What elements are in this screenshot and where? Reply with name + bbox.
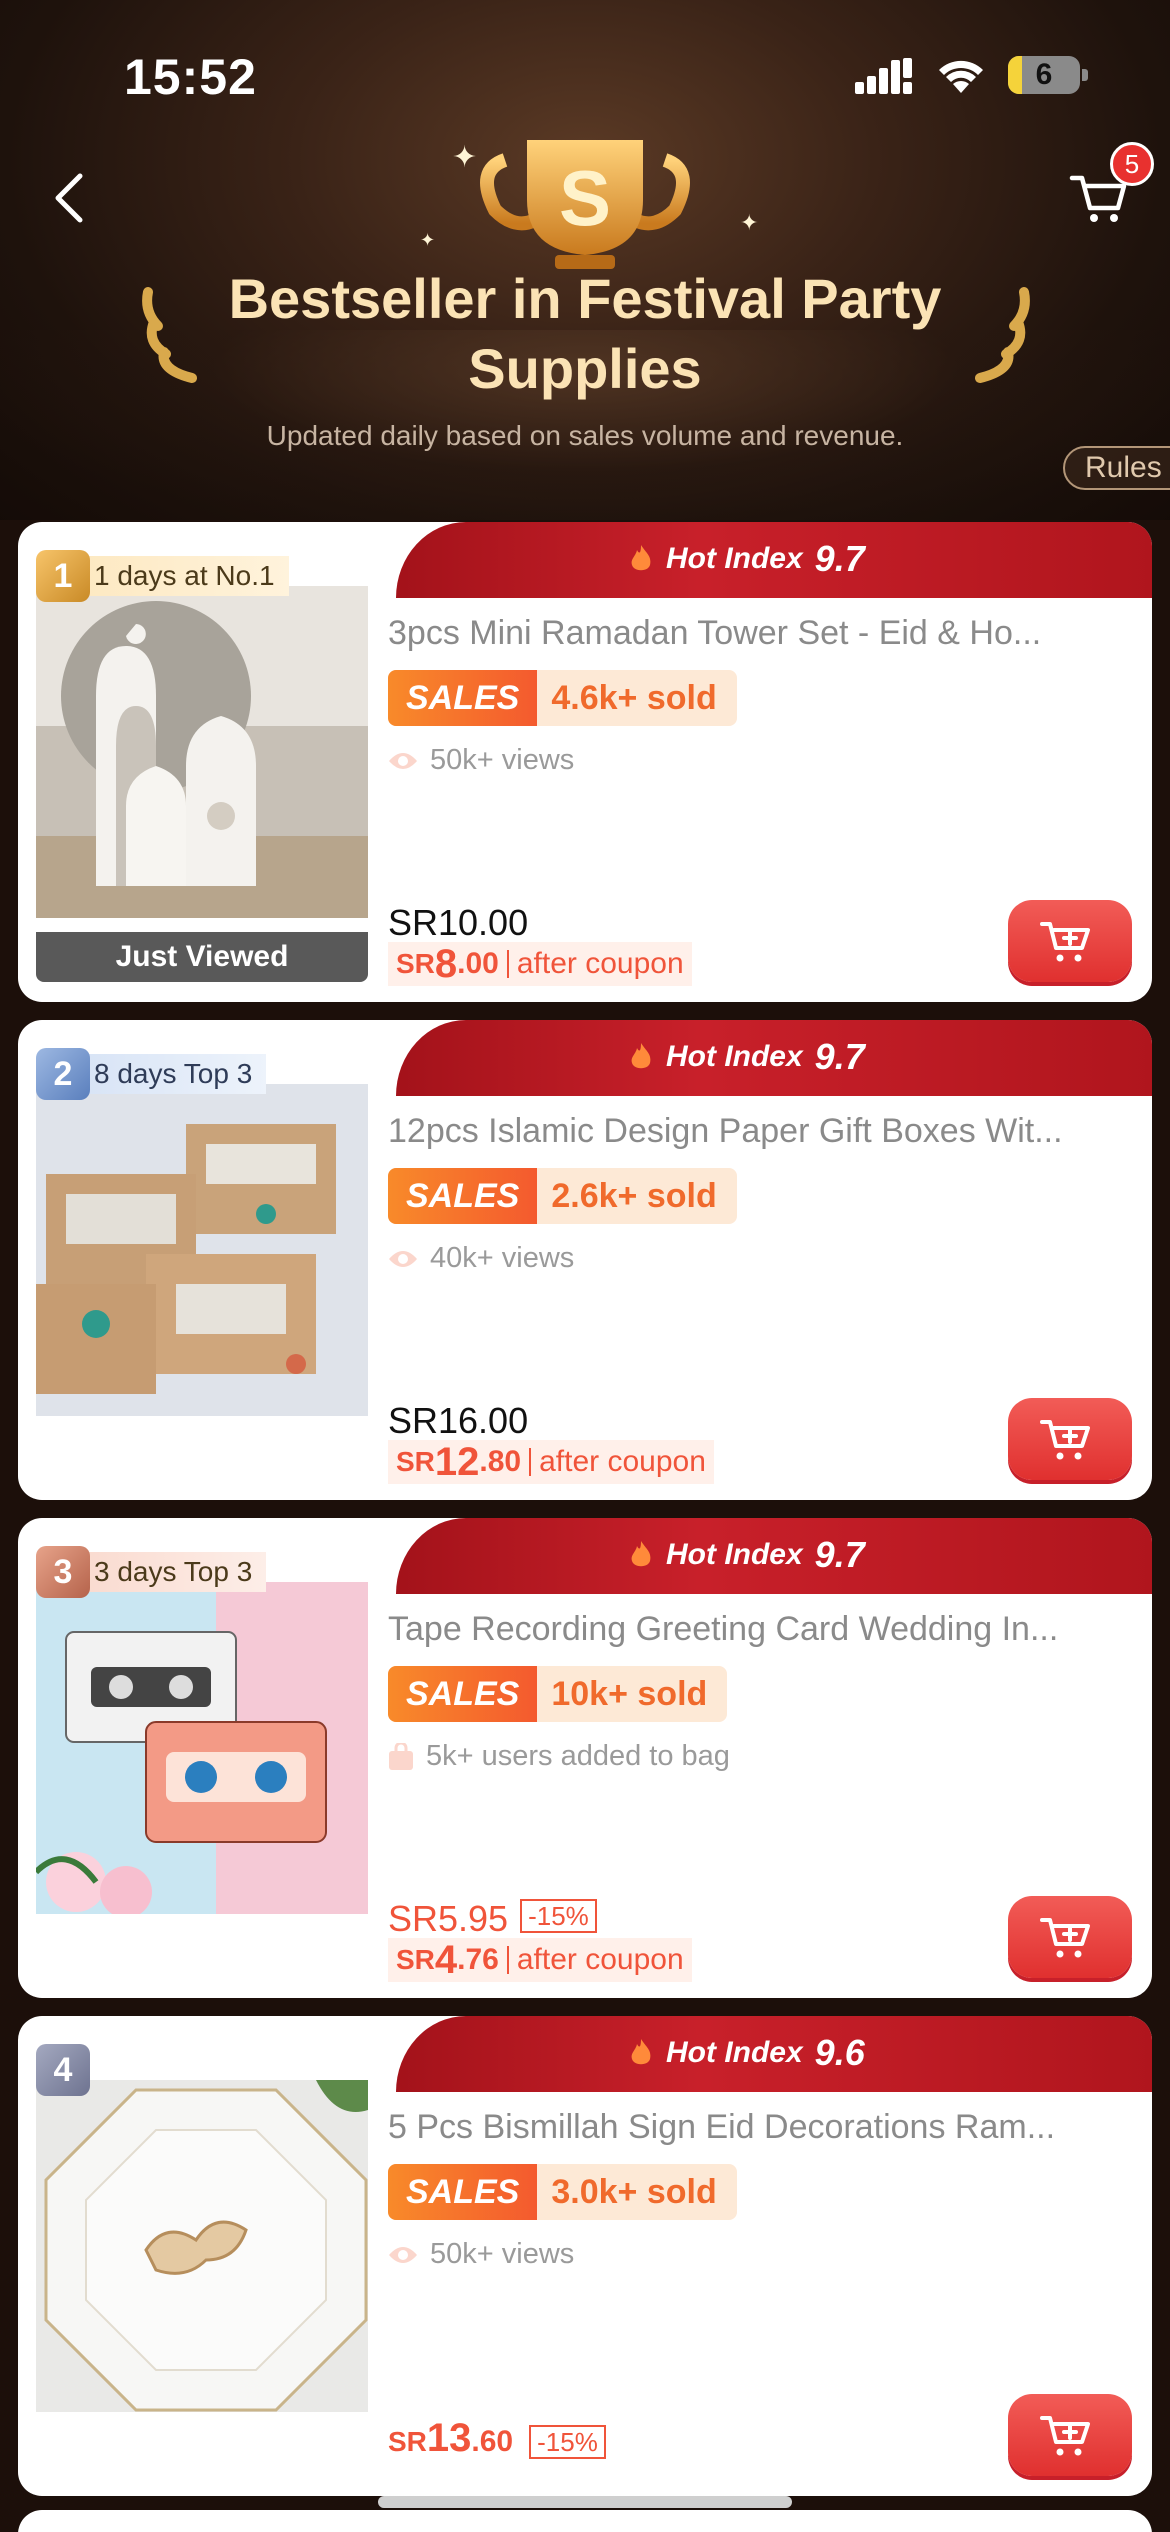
home-indicator[interactable]: [378, 2496, 792, 2508]
eye-icon: [389, 752, 417, 769]
product-name[interactable]: 3pcs Mini Ramadan Tower Set - Eid & Ho..…: [388, 614, 1128, 653]
trophy-letter: S: [559, 154, 611, 242]
cart-count-badge: 5: [1110, 142, 1154, 186]
hot-index: Hot Index 9.7: [628, 534, 865, 584]
flame-icon: [631, 1541, 651, 1567]
original-price: SR16.00: [388, 1400, 529, 1441]
rank-number: 2: [36, 1048, 90, 1100]
product-name[interactable]: Tape Recording Greeting Card Wedding In.…: [388, 1610, 1128, 1649]
back-icon[interactable]: [44, 168, 100, 228]
coupon-price: SR 12 .80 after coupon: [388, 1440, 714, 1484]
add-cart-icon: [1040, 2416, 1090, 2456]
add-cart-icon: [1040, 1918, 1090, 1958]
sales-badge: SALES 10k+ sold: [388, 1666, 728, 1722]
hot-index-value: 9.7: [814, 1534, 865, 1575]
sold-count: 10k+ sold: [551, 1674, 708, 1713]
product-card[interactable]: Hot Index 9.6 4 5 Pcs Bismillah Sign Eid…: [18, 2016, 1152, 2496]
rank-label: 8 days Top 3: [84, 1054, 267, 1094]
rank-number: 1: [36, 550, 90, 602]
page-title: Bestseller in Festival Party Supplies: [228, 267, 942, 400]
status-time: 15:52: [124, 49, 257, 105]
add-to-cart-button[interactable]: [1008, 1398, 1132, 1480]
product-card[interactable]: Hot Index 9.7 3 3 days Top 3 Tape Record…: [18, 1518, 1152, 1998]
battery-icon: 6: [1008, 56, 1088, 94]
add-to-cart-button[interactable]: [1008, 2394, 1132, 2476]
add-cart-icon: [1040, 1420, 1090, 1460]
sales-badge: SALES 4.6k+ sold: [388, 670, 737, 726]
view-count: 50k+ views: [388, 744, 574, 777]
hot-index: Hot Index 9.6: [628, 2028, 865, 2078]
original-price: SR10.00: [388, 902, 529, 943]
sparkle-icon: ✦: [740, 210, 759, 235]
cellular-signal-icon: [855, 58, 912, 94]
next-product-card-peek: [18, 2510, 1152, 2532]
sold-count: 4.6k+ sold: [551, 678, 717, 717]
rank-number: 3: [36, 1546, 90, 1598]
add-cart-icon: [1040, 922, 1090, 962]
product-card[interactable]: Hot Index 9.7 2 8 days Top 3 12pcs Islam: [18, 1020, 1152, 1500]
sold-count: 3.0k+ sold: [551, 2172, 717, 2211]
hot-index: Hot Index 9.7: [628, 1530, 865, 1580]
rank-badge: 2 8 days Top 3: [36, 1048, 267, 1100]
hot-index: Hot Index 9.7: [628, 1032, 865, 1082]
add-to-cart-button[interactable]: [1008, 900, 1132, 982]
product-image[interactable]: [36, 586, 368, 918]
sales-badge: SALES 3.0k+ sold: [388, 2164, 737, 2220]
sales-badge: SALES 2.6k+ sold: [388, 1168, 737, 1224]
flame-icon: [631, 545, 651, 571]
battery-level: 6: [1035, 58, 1053, 91]
view-count: 50k+ views: [388, 2238, 574, 2271]
eye-icon: [389, 2246, 417, 2263]
coupon-price: SR 8 .00 after coupon: [388, 942, 692, 986]
rank-badge: 3 3 days Top 3: [36, 1546, 267, 1598]
hot-index-value: 9.7: [814, 538, 865, 579]
eye-icon: [389, 1250, 417, 1267]
hot-index-value: 9.7: [814, 1036, 865, 1077]
just-viewed-label: Just Viewed: [36, 932, 368, 982]
page-subtitle: Updated daily based on sales volume and …: [266, 420, 904, 451]
rank-badge: 4: [36, 2044, 90, 2096]
product-card[interactable]: Hot Index 9.7 1 1 days at No.1 Just View…: [18, 522, 1152, 1002]
trophy-icon: S: [480, 140, 690, 269]
ranking-header: 15:52 6 5 S ✦ ✦ ✦ Bestseller in Festival…: [0, 0, 1170, 530]
rank-label: 3 days Top 3: [84, 1552, 267, 1592]
product-ranking-list: Hot Index 9.7 1 1 days at No.1 Just View…: [0, 520, 1170, 2532]
sold-count: 2.6k+ sold: [551, 1176, 717, 1215]
discount-badge: -15%: [529, 2425, 606, 2459]
rules-button[interactable]: Rules: [1063, 446, 1170, 490]
rank-label: 1 days at No.1: [84, 556, 289, 596]
coupon-price: SR 4 .76 after coupon: [388, 1938, 692, 1982]
rank-number: 4: [36, 2044, 90, 2096]
original-price: SR5.95 -15%: [388, 1898, 597, 1940]
product-image[interactable]: [36, 2080, 368, 2412]
status-bar: 15:52 6: [0, 0, 1170, 150]
product-image[interactable]: [36, 1582, 368, 1914]
hot-index-value: 9.6: [814, 2032, 865, 2073]
sparkle-icon: ✦: [420, 230, 436, 250]
discount-badge: -15%: [520, 1899, 597, 1933]
sale-price: SR 13 .60 -15%: [388, 2416, 606, 2461]
rank-badge: 1 1 days at No.1: [36, 550, 289, 602]
wifi-icon: [939, 60, 983, 93]
product-image[interactable]: [36, 1084, 368, 1416]
flame-icon: [631, 1043, 651, 1069]
add-to-cart-button[interactable]: [1008, 1896, 1132, 1978]
added-to-bag-count: 5k+ users added to bag: [388, 1740, 730, 1773]
view-count: 40k+ views: [388, 1242, 574, 1275]
flame-icon: [631, 2039, 651, 2065]
product-name[interactable]: 12pcs Islamic Design Paper Gift Boxes Wi…: [388, 1112, 1128, 1151]
product-name[interactable]: 5 Pcs Bismillah Sign Eid Decorations Ram…: [388, 2108, 1128, 2147]
bag-icon: [389, 1742, 413, 1770]
sparkle-icon: ✦: [452, 141, 478, 174]
